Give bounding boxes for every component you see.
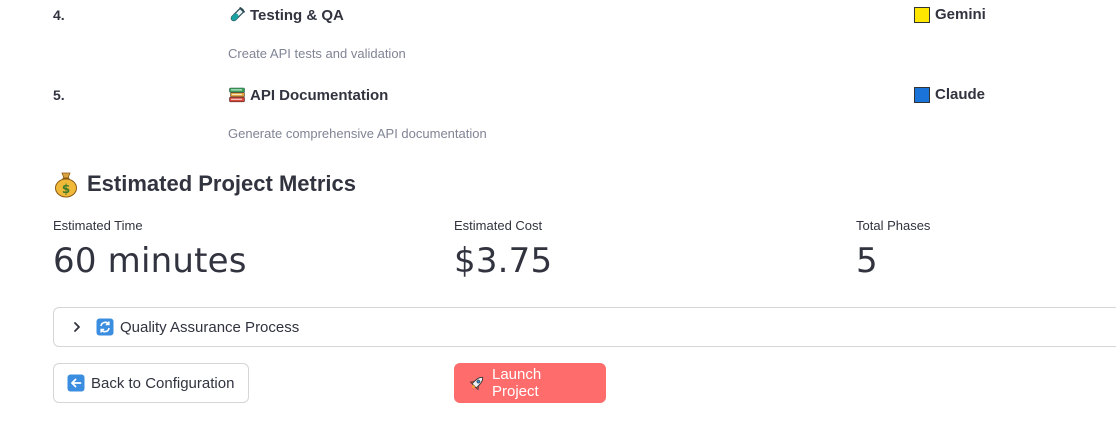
launch-button-label: Launch Project [492,366,542,400]
metrics-header: $ Estimated Project Metrics [53,170,356,198]
metric-estimated-cost: Estimated Cost $3.75 [454,218,552,281]
left-arrow-icon [67,374,85,392]
phase-title: API Documentation [228,86,388,104]
phase-model: Claude [914,86,985,103]
phase-description: Generate comprehensive API documentation [228,126,487,141]
metric-label: Total Phases [856,218,931,233]
chevron-right-icon[interactable] [70,320,84,334]
books-icon [229,87,245,103]
phase-title-text: Testing & QA [250,6,344,24]
phase-row: 4. Testing & QA Gemini [0,3,1116,27]
money-bag-icon: $ [55,172,77,198]
yellow-square-icon [914,6,930,23]
rocket-icon [468,374,486,392]
phase-model-label: Claude [935,86,986,103]
phase-description: Create API tests and validation [228,46,406,61]
back-button-label: Back to Configuration [91,374,235,392]
svg-text:$: $ [62,182,70,196]
metrics-heading: Estimated Project Metrics [87,171,356,196]
metric-value: 5 [856,241,878,281]
back-to-configuration-button[interactable]: Back to Configuration [53,363,249,403]
blue-square-icon [914,86,930,103]
phase-row: 5. API Documentation Claude [0,83,1116,107]
phase-title-text: API Documentation [250,86,389,104]
phase-model: Gemini [914,6,986,23]
metric-label: Estimated Cost [454,218,543,233]
quality-assurance-expander[interactable]: Quality Assurance Process [53,307,1116,347]
metric-total-phases: Total Phases 5 [856,218,930,281]
metric-value: 60 minutes [53,241,247,281]
launch-project-button[interactable]: Launch Project [454,363,606,403]
phase-number: 5. [53,87,65,103]
test-tube-icon [230,7,245,22]
project-review-page: 4. Testing & QA Gemini Create API tests … [0,0,1116,447]
refresh-icon [96,318,114,336]
phase-title: Testing & QA [228,6,344,24]
phase-number: 4. [53,7,65,23]
phase-model-label: Gemini [935,6,986,23]
metric-estimated-time: Estimated Time 60 minutes [53,218,247,281]
expander-label: Quality Assurance Process [120,318,300,336]
metric-label: Estimated Time [53,218,143,233]
metric-value: $3.75 [454,241,553,281]
